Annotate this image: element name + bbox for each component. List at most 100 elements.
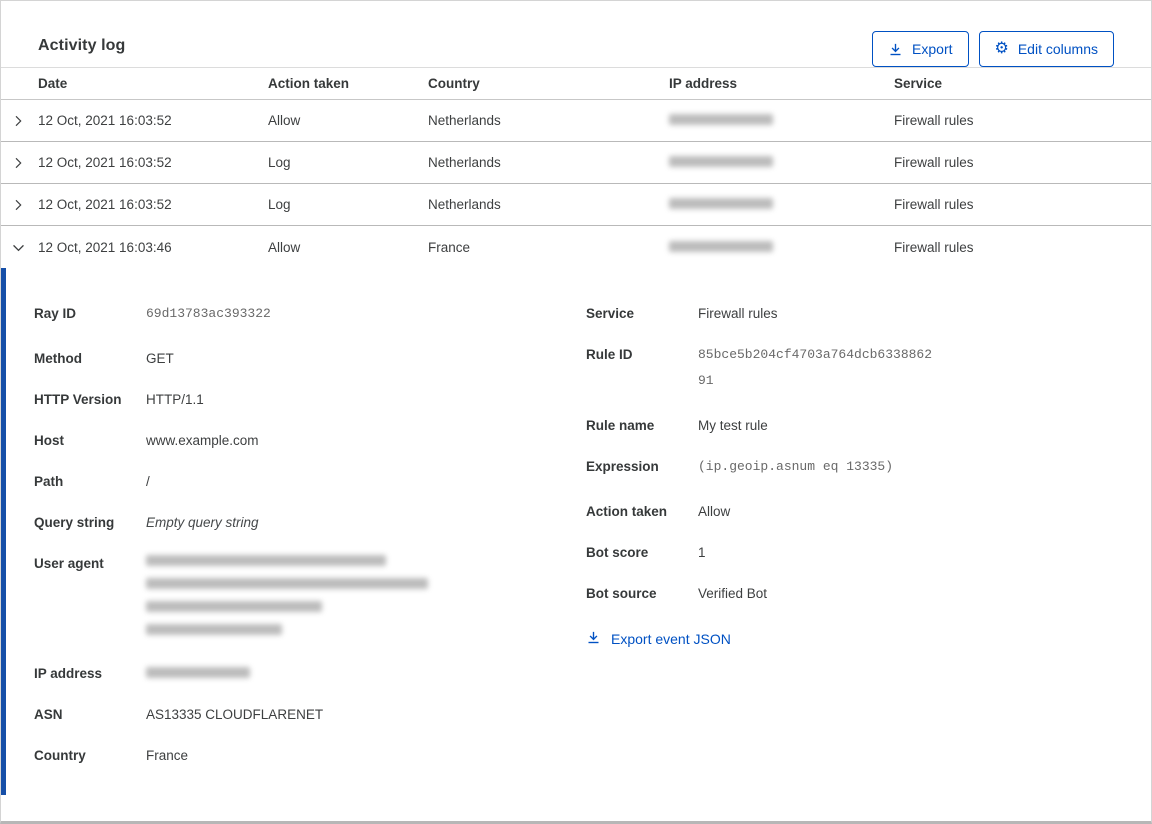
redacted-ip: [146, 665, 250, 683]
edit-columns-button[interactable]: ⚙ Edit columns: [978, 31, 1114, 67]
table-row[interactable]: 12 Oct, 2021 16:03:52 Log Netherlands Fi…: [1, 142, 1151, 184]
activity-log-panel: Activity log Export ⚙ Edit columns Date …: [0, 0, 1152, 824]
column-header-action-taken: Action taken: [268, 76, 350, 91]
detail-label: Country: [34, 748, 86, 763]
redacted-ip: [669, 114, 773, 125]
detail-right-column: Service Firewall rules Rule ID 85bce5b20…: [586, 305, 1151, 795]
redacted-line: [146, 555, 386, 566]
detail-value: Empty query string: [146, 515, 259, 530]
detail-row-ray-id: Ray ID 69d13783ac393322: [34, 305, 586, 327]
column-header-service: Service: [894, 76, 943, 91]
detail-label: IP address: [34, 666, 103, 681]
export-button[interactable]: Export: [872, 31, 969, 67]
detail-label: Ray ID: [34, 306, 77, 321]
detail-row-http-version: HTTP Version HTTP/1.1: [34, 391, 586, 409]
detail-label: Bot source: [586, 586, 657, 601]
cell-country: Netherlands: [428, 197, 501, 212]
detail-label: Rule name: [586, 418, 655, 433]
cell-action-taken: Allow: [268, 113, 301, 128]
detail-value: 69d13783ac393322: [146, 306, 271, 321]
detail-label: Bot score: [586, 545, 649, 560]
export-event-json-label: Export event JSON: [611, 631, 731, 647]
chevron-down-icon[interactable]: [1, 239, 38, 256]
chevron-right-icon[interactable]: [1, 155, 38, 171]
export-button-label: Export: [912, 41, 953, 57]
detail-label: User agent: [34, 556, 104, 571]
detail-value: My test rule: [698, 418, 768, 433]
cell-date: 12 Oct, 2021 16:03:52: [38, 113, 172, 128]
detail-value: France: [146, 748, 189, 763]
detail-value: www.example.com: [146, 433, 259, 448]
detail-label: Path: [34, 474, 64, 489]
detail-label: Action taken: [586, 504, 668, 519]
detail-row-ip-address: IP address: [34, 665, 586, 683]
cell-action-taken: Log: [268, 197, 291, 212]
toolbar-actions: Export ⚙ Edit columns: [872, 31, 1114, 67]
redacted-line: [146, 601, 322, 612]
redacted-line: [146, 578, 428, 589]
detail-value: GET: [146, 351, 174, 366]
detail-row-asn: ASN AS13335 CLOUDFLARENET: [34, 706, 586, 724]
cell-action-taken: Allow: [268, 239, 301, 255]
detail-row-bot-source: Bot source Verified Bot: [586, 585, 1151, 603]
detail-value: AS13335 CLOUDFLARENET: [146, 707, 324, 722]
detail-row-user-agent: User agent: [34, 555, 586, 647]
detail-label: Host: [34, 433, 64, 448]
detail-label: Service: [586, 306, 635, 321]
detail-value: /: [146, 474, 150, 489]
detail-label: Expression: [586, 459, 659, 474]
redacted-ip: [669, 240, 773, 252]
edit-columns-button-label: Edit columns: [1017, 41, 1098, 57]
cell-ip-address: [669, 113, 894, 128]
column-header-ip-address: IP address: [669, 76, 738, 91]
topbar: Activity log Export ⚙ Edit columns: [1, 1, 1151, 67]
download-icon: [586, 630, 601, 648]
detail-label: Query string: [34, 515, 115, 530]
cell-action-taken: Log: [268, 155, 291, 170]
column-header-country: Country: [428, 76, 480, 91]
cell-date: 12 Oct, 2021 16:03:46: [38, 239, 172, 255]
detail-row-path: Path /: [34, 473, 586, 491]
table-row-expanded[interactable]: 12 Oct, 2021 16:03:46 Allow France Firew…: [1, 226, 1151, 268]
column-header-date: Date: [38, 76, 68, 91]
detail-label: Rule ID: [586, 347, 633, 362]
detail-row-bot-score: Bot score 1: [586, 544, 1151, 562]
chevron-right-icon[interactable]: [1, 197, 38, 213]
detail-value: 1: [698, 545, 706, 560]
redacted-line: [146, 624, 282, 635]
detail-row-host: Host www.example.com: [34, 432, 586, 450]
redacted-ip: [669, 198, 773, 209]
redacted-user-agent: [146, 555, 428, 647]
detail-value: Verified Bot: [698, 586, 768, 601]
gear-icon: ⚙: [994, 40, 1009, 57]
detail-row-expression: Expression (ip.geoip.asnum eq 13335): [586, 458, 1151, 480]
cell-date: 12 Oct, 2021 16:03:52: [38, 155, 172, 170]
page-title: Activity log: [38, 37, 126, 54]
table-header: Date Action taken Country IP address Ser…: [1, 67, 1151, 100]
event-detail-panel: Ray ID 69d13783ac393322 Method GET HTTP …: [1, 268, 1151, 795]
detail-value: Firewall rules: [698, 306, 778, 321]
cell-service: Firewall rules: [894, 197, 974, 212]
detail-row-rule-name: Rule name My test rule: [586, 417, 1151, 435]
detail-label: HTTP Version: [34, 392, 122, 407]
table-row[interactable]: 12 Oct, 2021 16:03:52 Allow Netherlands …: [1, 100, 1151, 142]
detail-row-query-string: Query string Empty query string: [34, 514, 586, 532]
cell-ip-address: [669, 197, 894, 212]
cell-date: 12 Oct, 2021 16:03:52: [38, 197, 172, 212]
cell-country: Netherlands: [428, 113, 501, 128]
cell-country: Netherlands: [428, 155, 501, 170]
export-event-json-link[interactable]: Export event JSON: [586, 630, 731, 648]
cell-service: Firewall rules: [894, 113, 974, 128]
chevron-right-icon[interactable]: [1, 113, 38, 129]
detail-row-method: Method GET: [34, 350, 586, 368]
cell-service: Firewall rules: [894, 239, 974, 255]
cell-country: France: [428, 239, 471, 255]
table-row[interactable]: 12 Oct, 2021 16:03:52 Log Netherlands Fi…: [1, 184, 1151, 226]
detail-left-column: Ray ID 69d13783ac393322 Method GET HTTP …: [34, 305, 586, 795]
detail-value: Allow: [698, 504, 731, 519]
detail-label: ASN: [34, 707, 63, 722]
detail-row-service: Service Firewall rules: [586, 305, 1151, 323]
cell-ip-address: [669, 240, 894, 255]
detail-label: Method: [34, 351, 82, 366]
detail-value: 85bce5b204cf4703a764dcb633886291: [698, 347, 933, 388]
